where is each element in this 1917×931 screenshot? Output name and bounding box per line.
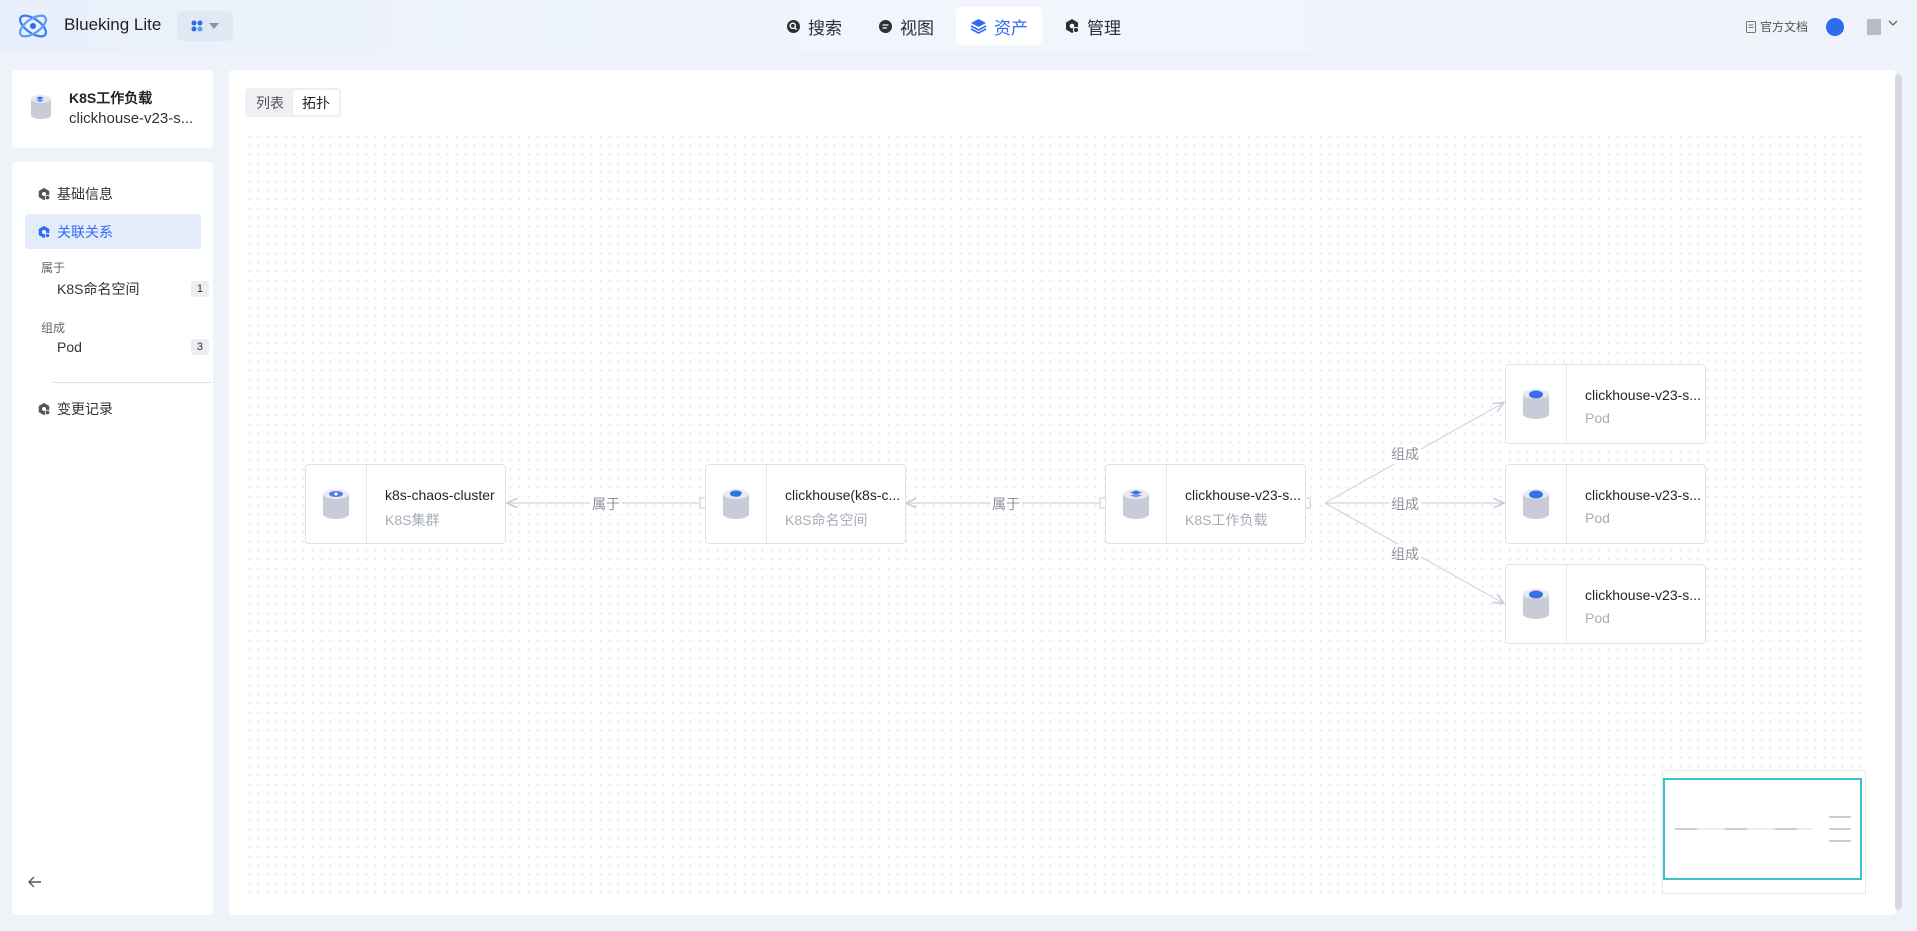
node-type: Pod xyxy=(1585,410,1610,426)
edge-label: 组成 xyxy=(1389,544,1421,564)
topology-node-workload[interactable]: clickhouse-v23-s... K8S工作负载 xyxy=(1105,464,1306,544)
pod-icon xyxy=(1523,589,1549,619)
node-icon-cell xyxy=(1506,465,1567,543)
node-icon-cell xyxy=(306,465,367,543)
pod-icon xyxy=(1523,489,1549,519)
node-type: Pod xyxy=(1585,610,1610,626)
edge-label: 属于 xyxy=(590,494,622,514)
topology-node-cluster[interactable]: k8s-chaos-cluster K8S集群 xyxy=(305,464,506,544)
workload-icon xyxy=(1123,489,1149,519)
node-icon-cell xyxy=(1106,465,1167,543)
node-name: clickhouse-v23-s... xyxy=(1585,387,1701,403)
node-icon-cell xyxy=(1506,365,1567,443)
node-name: clickhouse-v23-s... xyxy=(1585,587,1701,603)
pod-icon xyxy=(1523,389,1549,419)
node-type: K8S工作负载 xyxy=(1185,512,1268,528)
node-type: K8S命名空间 xyxy=(785,512,868,528)
topology-node-pod[interactable]: clickhouse-v23-s... Pod xyxy=(1505,564,1706,644)
edge-label: 属于 xyxy=(990,494,1022,514)
edge-label: 组成 xyxy=(1389,444,1421,464)
node-type: Pod xyxy=(1585,510,1610,526)
topology-node-pod[interactable]: clickhouse-v23-s... Pod xyxy=(1505,464,1706,544)
topology-node-pod[interactable]: clickhouse-v23-s... Pod xyxy=(1505,364,1706,444)
namespace-icon xyxy=(723,489,749,519)
node-name: clickhouse-v23-s... xyxy=(1585,487,1701,503)
node-name: k8s-chaos-cluster xyxy=(385,487,495,503)
node-icon-cell xyxy=(1506,565,1567,643)
node-name: clickhouse-v23-s... xyxy=(1185,487,1301,503)
cluster-icon xyxy=(323,489,349,519)
edge-label: 组成 xyxy=(1389,494,1421,514)
minimap-viewport[interactable] xyxy=(1663,778,1862,880)
topology-node-namespace[interactable]: clickhouse(k8s-c... K8S命名空间 xyxy=(705,464,906,544)
node-type: K8S集群 xyxy=(385,512,440,528)
node-icon-cell xyxy=(706,465,767,543)
node-name: clickhouse(k8s-c... xyxy=(785,487,901,503)
